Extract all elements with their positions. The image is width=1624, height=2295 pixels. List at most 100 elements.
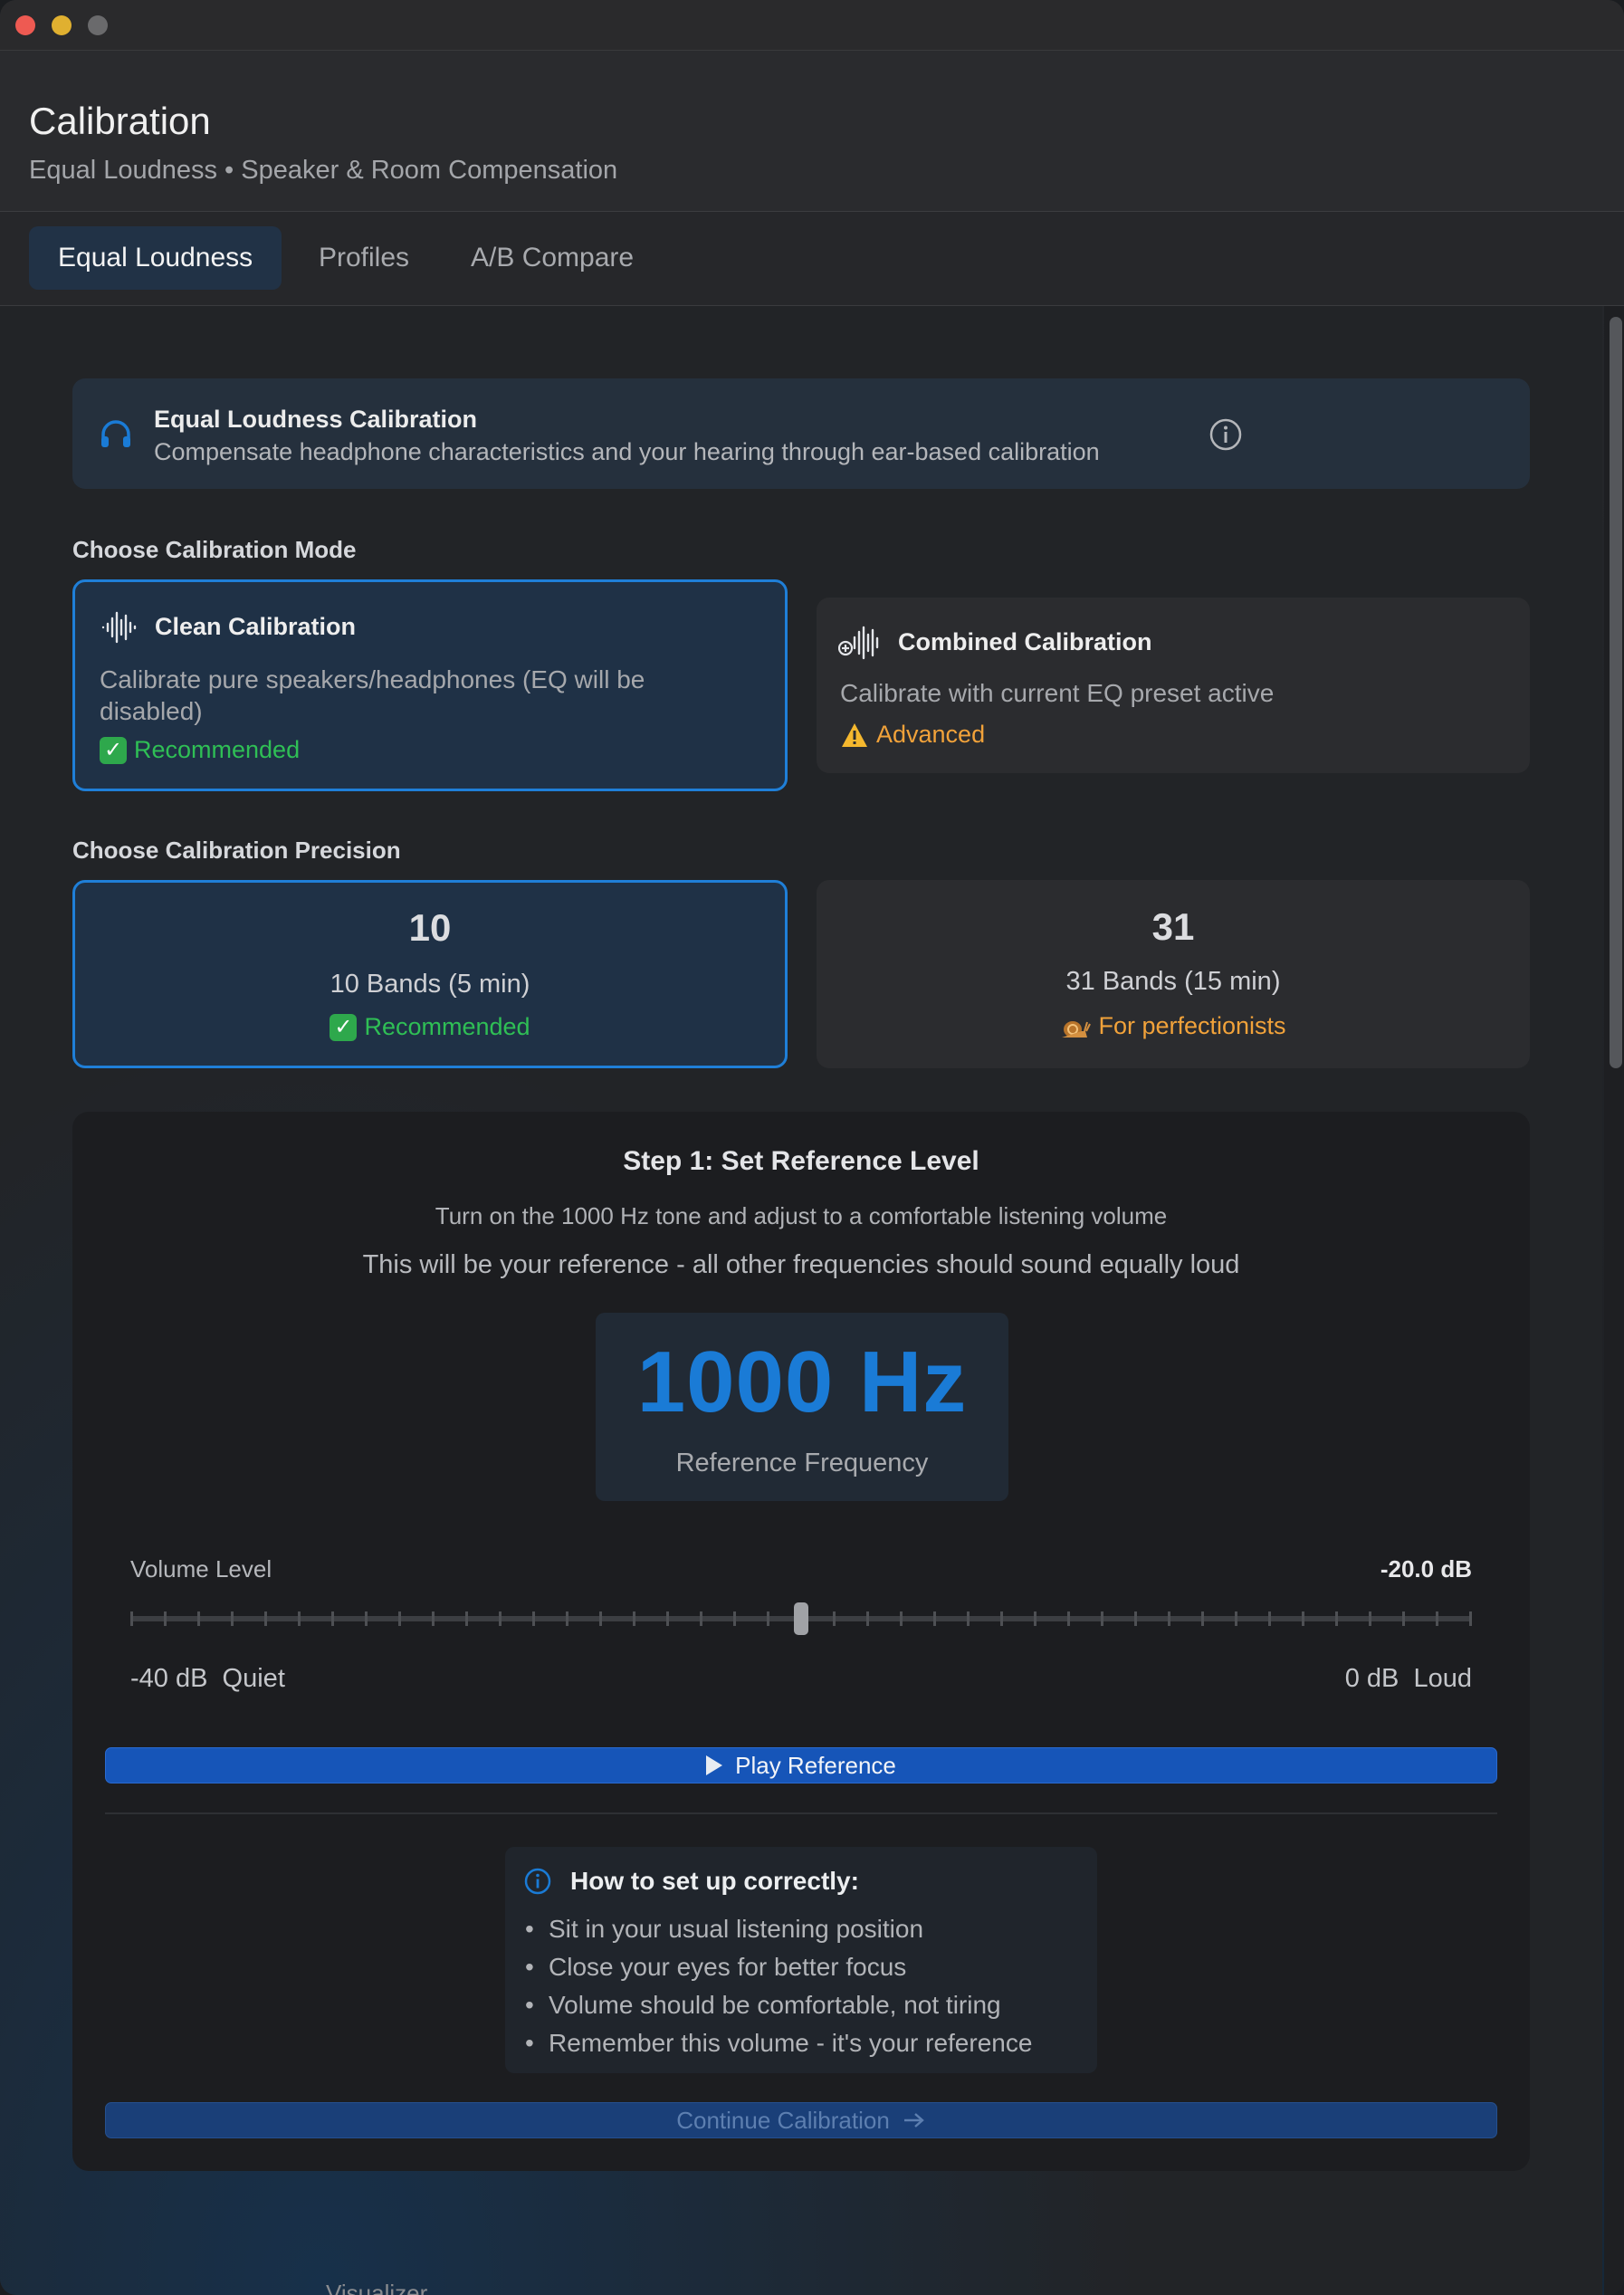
waveform-plus-icon: [838, 626, 879, 660]
slider-thumb[interactable]: [794, 1602, 808, 1635]
slider-tick: [163, 1611, 167, 1626]
slider-tick: [297, 1611, 301, 1626]
slider-tick: [1000, 1611, 1004, 1626]
title-bar: [0, 0, 1624, 51]
slider-tick: [665, 1611, 669, 1626]
headphones-icon: [101, 420, 130, 447]
slider-tick: [565, 1611, 568, 1626]
frequency-label: Reference Frequency: [675, 1449, 929, 1477]
slider-tick: [1268, 1611, 1272, 1626]
slider-tick: [967, 1611, 970, 1626]
slider-tick: [1436, 1611, 1439, 1626]
slider-tick: [632, 1611, 635, 1626]
precision-10-tag: Recommended: [364, 1013, 530, 1040]
advanced-label: Advanced: [876, 721, 986, 748]
tab-profiles[interactable]: Profiles: [290, 226, 438, 290]
page-subtitle: Equal Loudness • Speaker & Room Compensa…: [29, 156, 618, 185]
tip-item: Remember this volume - it's your referen…: [525, 2024, 1032, 2062]
play-reference-button[interactable]: Play Reference: [105, 1747, 1497, 1783]
snail-icon: [1062, 1020, 1092, 1038]
volume-min-label: -40 dB Quiet: [130, 1664, 285, 1693]
slider-tick: [330, 1611, 334, 1626]
setup-tips: How to set up correctly: Sit in your usu…: [505, 1847, 1097, 2073]
slider-tick: [1469, 1611, 1472, 1626]
slider-tick: [866, 1611, 870, 1626]
precision-10-number: 10: [408, 906, 452, 949]
precision-10-card[interactable]: 10 10 Bands (5 min) ✓ Recommended: [72, 880, 788, 1068]
precision-10-badge: ✓ Recommended: [75, 1013, 785, 1041]
slider-tick: [900, 1611, 903, 1626]
slider-tick: [1168, 1611, 1171, 1626]
play-icon: [706, 1755, 723, 1775]
tab-ab-compare[interactable]: A/B Compare: [442, 226, 663, 290]
continue-label: Continue Calibration: [676, 2106, 890, 2134]
volume-slider[interactable]: [130, 1601, 1472, 1637]
slider-tick: [196, 1611, 200, 1626]
page-header: Calibration Equal Loudness • Speaker & R…: [0, 51, 1624, 212]
check-icon: ✓: [330, 1013, 358, 1041]
volume-max-label: 0 dB Loud: [1344, 1664, 1472, 1693]
close-window-button[interactable]: [15, 15, 35, 35]
frequency-value: 1000 Hz: [636, 1334, 968, 1430]
info-icon: [524, 1868, 551, 1895]
slider-tick: [1302, 1611, 1305, 1626]
frequency-display: 1000 Hz Reference Frequency: [596, 1313, 1008, 1501]
tab-equal-loudness[interactable]: Equal Loudness: [29, 226, 282, 290]
tip-item: Sit in your usual listening position: [525, 1910, 1032, 1948]
step-title: Step 1: Set Reference Level: [623, 1146, 979, 1176]
step-note: This will be your reference - all other …: [362, 1250, 1240, 1279]
slider-tick: [732, 1611, 736, 1626]
mode-section-label: Choose Calibration Mode: [72, 536, 357, 563]
recommended-label: Recommended: [134, 736, 301, 763]
slider-tick: [431, 1611, 435, 1626]
slider-tick: [130, 1611, 133, 1626]
precision-31-card[interactable]: 31 31 Bands (15 min) For perfectionists: [817, 880, 1530, 1068]
combined-calibration-title: Combined Calibration: [898, 628, 1152, 655]
slider-tick: [833, 1611, 836, 1626]
step-instruction: Turn on the 1000 Hz tone and adjust to a…: [435, 1202, 1168, 1229]
warning-icon: [842, 722, 867, 747]
slider-tick: [699, 1611, 702, 1626]
slider-tick: [598, 1611, 602, 1626]
zoom-window-button[interactable]: [88, 15, 108, 35]
slider-tick: [1335, 1611, 1339, 1626]
arrow-right-icon: [903, 2113, 924, 2128]
slider-tick: [230, 1611, 234, 1626]
background-window-label: Visualizer: [326, 2280, 428, 2295]
scrollbar-thumb[interactable]: [1610, 317, 1622, 1068]
reference-level-panel: Step 1: Set Reference Level Turn on the …: [72, 1112, 1530, 2171]
slider-tick: [531, 1611, 535, 1626]
app-window: Calibration Equal Loudness • Speaker & R…: [0, 0, 1624, 2295]
minimize-window-button[interactable]: [52, 15, 72, 35]
tips-title: How to set up correctly:: [570, 1867, 859, 1895]
precision-31-badge: For perfectionists: [817, 1012, 1530, 1040]
slider-tick: [933, 1611, 937, 1626]
continue-calibration-button[interactable]: Continue Calibration: [105, 2102, 1497, 2138]
slider-tick: [1034, 1611, 1037, 1626]
clean-calibration-card[interactable]: Clean Calibration Calibrate pure speaker…: [72, 579, 788, 791]
tips-list: Sit in your usual listening position Clo…: [525, 1910, 1032, 2062]
slider-tick: [1235, 1611, 1238, 1626]
slider-tick: [263, 1611, 267, 1626]
info-icon[interactable]: [1208, 416, 1244, 453]
waveform-icon: [101, 611, 137, 644]
recommended-badge: ✓ Recommended: [100, 736, 300, 764]
combined-calibration-card[interactable]: Combined Calibration Calibrate with curr…: [817, 598, 1530, 773]
volume-value: -20.0 dB: [1380, 1555, 1472, 1583]
precision-31-tag: For perfectionists: [1098, 1012, 1286, 1039]
slider-tick: [498, 1611, 502, 1626]
combined-calibration-description: Calibrate with current EQ preset active: [840, 679, 1275, 707]
slider-tick: [766, 1611, 769, 1626]
slider-tick: [364, 1611, 368, 1626]
divider: [105, 1812, 1497, 1814]
slider-tick: [1369, 1611, 1372, 1626]
slider-tick: [464, 1611, 468, 1626]
precision-10-description: 10 Bands (5 min): [330, 970, 530, 999]
slider-tick: [1402, 1611, 1406, 1626]
play-reference-label: Play Reference: [735, 1751, 896, 1779]
tab-bar: Equal Loudness Profiles A/B Compare: [0, 212, 1624, 306]
slider-tick: [1201, 1611, 1205, 1626]
page-title: Calibration: [29, 100, 211, 142]
precision-31-number: 31: [1151, 905, 1195, 948]
banner-title: Equal Loudness Calibration: [154, 406, 478, 433]
